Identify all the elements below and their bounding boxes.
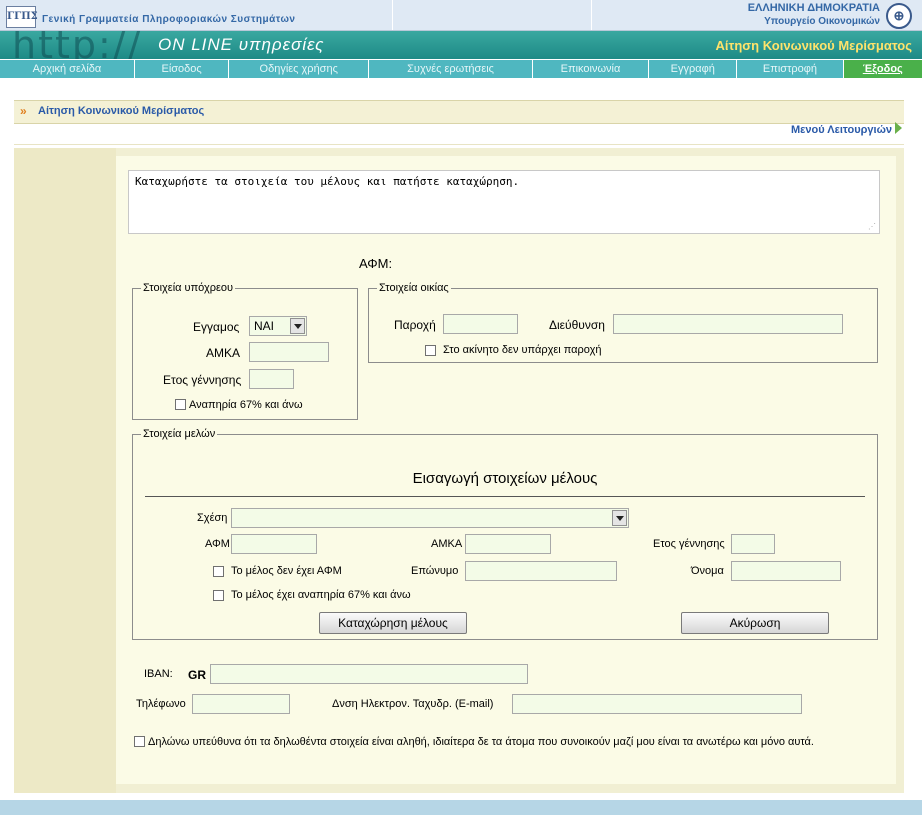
hellenic-seal-icon: ⊕ [886, 3, 912, 29]
relation-label: Σχέση [197, 512, 228, 524]
nav-back[interactable]: Επιστροφή [737, 60, 844, 78]
banner-online-text: ON LINE υπηρεσίες [158, 35, 325, 54]
chevron-down-icon[interactable] [612, 510, 627, 526]
nav-register[interactable]: Εγγραφή [649, 60, 738, 78]
member-amka-label: ΑΜΚΑ [431, 538, 463, 550]
main-nav: Αρχική σελίδα Είσοδος Οδηγίες χρήσης Συχ… [0, 60, 922, 78]
left-strip [14, 148, 116, 793]
iban-prefix: GR [188, 668, 206, 682]
married-select[interactable]: ΝΑΙ [249, 316, 307, 336]
app-title: Αίτηση Κοινωνικού Μερίσματος [715, 38, 912, 53]
address-label: Διεύθυνση [549, 318, 605, 332]
members-fieldset: Στοιχεία μελών Εισαγωγή στοιχείων μέλους… [132, 428, 878, 640]
email-label: Δνση Ηλεκτρον. Ταχυδρ. (E-mail) [332, 698, 494, 710]
member-no-afm-checkbox[interactable] [213, 566, 224, 577]
member-birth-year-input[interactable] [731, 534, 775, 554]
married-label: Εγγαμος [193, 320, 240, 334]
content-area: Καταχωρήστε τα στοιχεία του μέλους και π… [14, 148, 904, 793]
nav-contact[interactable]: Επικοινωνία [533, 60, 650, 78]
member-name-label: Όνομα [691, 565, 724, 577]
member-afm-input[interactable] [231, 534, 317, 554]
residence-fieldset: Στοιχεία οικίας Παροχή Διεύθυνση Στο ακί… [368, 282, 878, 363]
disability-label: Αναπηρία 67% και άνω [189, 399, 303, 411]
phone-label: Τηλέφωνο [136, 698, 186, 710]
member-surname-input[interactable] [465, 561, 617, 581]
member-title-divider [145, 496, 865, 497]
double-chevron-icon: » [20, 104, 27, 118]
member-birth-year-label: Ετος γέννησης [653, 538, 725, 550]
top-header: ΓΓΠΣ Γενική Γραμματεία Πληροφοριακών Συσ… [0, 0, 922, 31]
email-input[interactable] [512, 694, 802, 714]
amka-input[interactable] [249, 342, 329, 362]
residence-legend: Στοιχεία οικίας [379, 282, 449, 294]
member-surname-label: Επώνυμο [411, 565, 459, 577]
obligor-fieldset: Στοιχεία υπόχρεου Εγγαμος ΝΑΙ ΑΜΚΑ Ετος … [132, 282, 358, 420]
nav-exit[interactable]: Έξοδος [843, 60, 922, 78]
message-textarea[interactable]: Καταχωρήστε τα στοιχεία του μέλους και π… [128, 170, 880, 234]
ministry-name: Υπουργείο Οικονομικών [764, 16, 880, 27]
banner: http:// ON LINE υπηρεσίες Αίτηση Κοινωνι… [0, 31, 922, 59]
org-name: Γενική Γραμματεία Πληροφοριακών Συστημάτ… [42, 14, 296, 25]
declaration-label: Δηλώνω υπεύθυνα ότι τα δηλωθέντα στοιχεί… [148, 736, 814, 748]
married-value: ΝΑΙ [254, 319, 275, 333]
disability-checkbox[interactable] [175, 399, 186, 410]
header-cell-blank [393, 0, 592, 30]
page-title-panel: » Αίτηση Κοινωνικού Μερίσματος [14, 100, 904, 124]
bottom-bar [0, 800, 922, 815]
member-disability-checkbox[interactable] [213, 590, 224, 601]
nav-home[interactable]: Αρχική σελίδα [0, 60, 135, 78]
nav-faq[interactable]: Συχνές ερωτήσεις [369, 60, 533, 78]
birth-year-label: Ετος γέννησης [163, 373, 242, 387]
afm-heading: ΑΦΜ: [359, 256, 393, 271]
member-no-afm-label: Το μέλος δεν έχει ΑΦΜ [231, 565, 342, 577]
no-supply-label: Στο ακίνητο δεν υπάρχει παροχή [443, 344, 602, 356]
supply-input[interactable] [443, 314, 518, 334]
page-title: Αίτηση Κοινωνικού Μερίσματος [38, 105, 205, 117]
supply-label: Παροχή [394, 318, 436, 332]
phone-input[interactable] [192, 694, 290, 714]
members-legend: Στοιχεία μελών [143, 428, 216, 440]
member-name-input[interactable] [731, 561, 841, 581]
divider [14, 144, 904, 145]
message-text: Καταχωρήστε τα στοιχεία του μέλους και π… [135, 175, 520, 188]
no-supply-checkbox[interactable] [425, 345, 436, 356]
arrow-right-icon[interactable] [895, 122, 902, 134]
amka-label: ΑΜΚΑ [206, 346, 241, 360]
member-disability-label: Το μέλος έχει αναπηρία 67% και άνω [231, 589, 411, 601]
iban-label: IBAN: [144, 668, 173, 680]
country-name: ΕΛΛΗΝΙΚΗ ΔΗΜΟΚΡΑΤΙΑ [747, 2, 880, 14]
gsis-logo: ΓΓΠΣ [6, 6, 38, 28]
country-ministry: ΕΛΛΗΝΙΚΗ ΔΗΜΟΚΡΑΤΙΑ Υπουργείο Οικονομικώ… [748, 2, 880, 28]
birth-year-input[interactable] [249, 369, 294, 389]
nav-login[interactable]: Είσοδος [135, 60, 230, 78]
member-amka-input[interactable] [465, 534, 551, 554]
application-form: Καταχωρήστε τα στοιχεία του μέλους και π… [116, 156, 896, 784]
obligor-legend: Στοιχεία υπόχρεου [143, 282, 234, 294]
save-member-button[interactable]: Καταχώρηση μέλους [319, 612, 467, 634]
iban-input[interactable] [210, 664, 528, 684]
chevron-down-icon[interactable] [290, 318, 305, 334]
member-afm-label: ΑΦΜ [205, 538, 230, 550]
declaration-checkbox[interactable] [134, 736, 145, 747]
member-entry-title: Εισαγωγή στοιχείων μέλους [412, 470, 598, 487]
banner-http-text: http:// [12, 31, 143, 59]
resize-grip-icon[interactable]: ⋰ [868, 222, 876, 231]
cancel-button[interactable]: Ακύρωση [681, 612, 829, 634]
address-input[interactable] [613, 314, 843, 334]
functions-menu-link[interactable]: Μενού Λειτουργιών [791, 124, 892, 136]
relation-select[interactable] [231, 508, 629, 528]
nav-instructions[interactable]: Οδηγίες χρήσης [229, 60, 370, 78]
